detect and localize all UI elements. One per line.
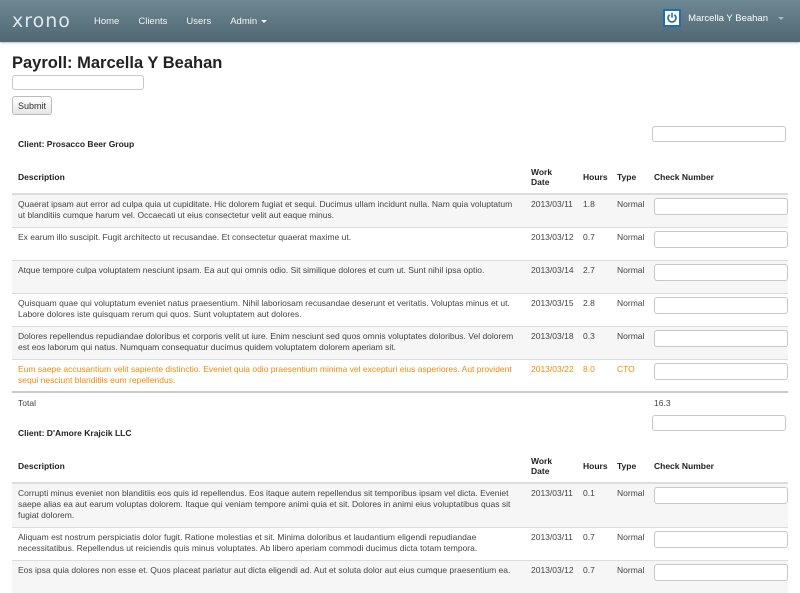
row-type: CTO <box>611 358 648 392</box>
row-type: Normal <box>611 193 648 227</box>
brand-logo[interactable]: xrono <box>12 10 71 32</box>
row-type: Normal <box>611 325 648 359</box>
row-description: Dolores repellendus repudiandae doloribu… <box>12 325 525 359</box>
top-navbar: xrono Home Clients Users Admin Marcella … <box>0 0 800 42</box>
row-hours: 0.7 <box>577 559 611 593</box>
row-type: Normal <box>611 559 648 593</box>
row-hours: 1.8 <box>577 193 611 227</box>
table-row: Eos ipsa quia dolores non esse et. Quos … <box>12 559 788 593</box>
row-type: Normal <box>611 259 648 293</box>
payroll-table: Description Work Date Hours Type Check N… <box>12 162 788 417</box>
check-number-input[interactable] <box>654 198 788 215</box>
col-check-number: Check Number <box>648 451 788 484</box>
power-icon <box>663 9 682 27</box>
row-hours: 0.1 <box>577 482 611 527</box>
row-description: Quisquam quae qui voluptatum eveniet nat… <box>12 292 525 326</box>
row-hours: 8.0 <box>577 358 611 392</box>
check-number-input[interactable] <box>654 530 788 548</box>
nav-admin-dropdown[interactable]: Admin <box>230 15 268 27</box>
table-row: Quisquam quae qui voluptatum eveniet nat… <box>12 292 788 326</box>
check-number-input[interactable] <box>654 296 788 314</box>
check-number-input[interactable] <box>654 487 788 504</box>
col-type: Type <box>611 162 648 195</box>
client-section: Client: D'Amore Krajcik LLC Description … <box>12 415 788 593</box>
col-work-date: Work Date <box>525 162 577 195</box>
client-section: Client: Prosacco Beer Group Description … <box>12 126 788 417</box>
table-row: Quaerat ipsam aut error ad culpa quia ut… <box>12 193 788 227</box>
row-description: Ex earum illo suscipit. Fugit architecto… <box>12 226 525 260</box>
row-description: Atque tempore culpa voluptatem nesciunt … <box>12 259 525 293</box>
user-name: Marcella Y Beahan <box>688 12 768 24</box>
col-description: Description <box>12 451 525 484</box>
payroll-table: Description Work Date Hours Type Check N… <box>12 451 788 593</box>
main-nav: Home Clients Users Admin <box>94 0 286 42</box>
row-type: Normal <box>611 526 648 560</box>
row-type: Normal <box>611 292 648 326</box>
col-description: Description <box>12 162 525 195</box>
col-hours: Hours <box>577 451 611 484</box>
row-hours: 0.3 <box>577 325 611 359</box>
row-description: Eum saepe accusantium velit sapiente dis… <box>12 358 525 392</box>
row-date: 2013/03/14 <box>525 259 577 293</box>
table-row: Eum saepe accusantium velit sapiente dis… <box>12 358 788 392</box>
check-number-input[interactable] <box>654 230 788 248</box>
check-number-input[interactable] <box>654 563 788 581</box>
nav-admin-label: Admin <box>230 15 258 27</box>
row-date: 2013/03/15 <box>525 292 577 326</box>
row-date: 2013/03/12 <box>525 226 577 260</box>
nav-clients[interactable]: Clients <box>138 16 167 27</box>
client-check-input[interactable] <box>652 415 786 431</box>
col-type: Type <box>611 451 648 484</box>
row-hours: 2.7 <box>577 259 611 293</box>
row-description: Corrupti minus eveniet non blanditiis eo… <box>12 482 525 527</box>
nav-home[interactable]: Home <box>94 16 119 27</box>
client-check-input[interactable] <box>652 126 786 142</box>
col-work-date: Work Date <box>525 451 577 484</box>
row-date: 2013/03/12 <box>525 559 577 593</box>
row-type: Normal <box>611 226 648 260</box>
col-check-number: Check Number <box>648 162 788 195</box>
chevron-down-icon <box>778 16 784 20</box>
total-label: Total <box>12 391 525 417</box>
row-hours: 0.7 <box>577 226 611 260</box>
row-date: 2013/03/11 <box>525 526 577 560</box>
chevron-down-icon <box>261 19 268 23</box>
row-date: 2013/03/22 <box>525 358 577 392</box>
table-row: Corrupti minus eveniet non blanditiis eo… <box>12 482 788 527</box>
row-date: 2013/03/18 <box>525 325 577 359</box>
row-description: Aliquam est nostrum perspiciatis dolor f… <box>12 526 525 560</box>
row-date: 2013/03/11 <box>525 482 577 527</box>
user-menu[interactable]: Marcella Y Beahan <box>663 9 784 27</box>
page-title: Payroll: Marcella Y Beahan <box>12 54 223 72</box>
submit-button[interactable]: Submit <box>12 96 52 115</box>
total-value: 16.3 <box>648 391 788 417</box>
client-name: Client: Prosacco Beer Group <box>18 139 135 149</box>
table-row: Aliquam est nostrum perspiciatis dolor f… <box>12 526 788 560</box>
nav-users[interactable]: Users <box>186 16 211 27</box>
table-row: Atque tempore culpa voluptatem nesciunt … <box>12 259 788 293</box>
payroll-input[interactable] <box>12 75 144 90</box>
row-type: Normal <box>611 482 648 527</box>
table-row: Ex earum illo suscipit. Fugit architecto… <box>12 226 788 260</box>
table-row: Dolores repellendus repudiandae doloribu… <box>12 325 788 359</box>
row-hours: 2.8 <box>577 292 611 326</box>
check-number-input[interactable] <box>654 362 788 380</box>
row-hours: 0.7 <box>577 526 611 560</box>
row-description: Eos ipsa quia dolores non esse et. Quos … <box>12 559 525 593</box>
row-date: 2013/03/11 <box>525 193 577 227</box>
client-name: Client: D'Amore Krajcik LLC <box>18 428 132 438</box>
row-description: Quaerat ipsam aut error ad culpa quia ut… <box>12 193 525 227</box>
col-hours: Hours <box>577 162 611 195</box>
check-number-input[interactable] <box>654 329 788 347</box>
total-row: Total 16.3 <box>12 391 788 417</box>
check-number-input[interactable] <box>654 263 788 281</box>
